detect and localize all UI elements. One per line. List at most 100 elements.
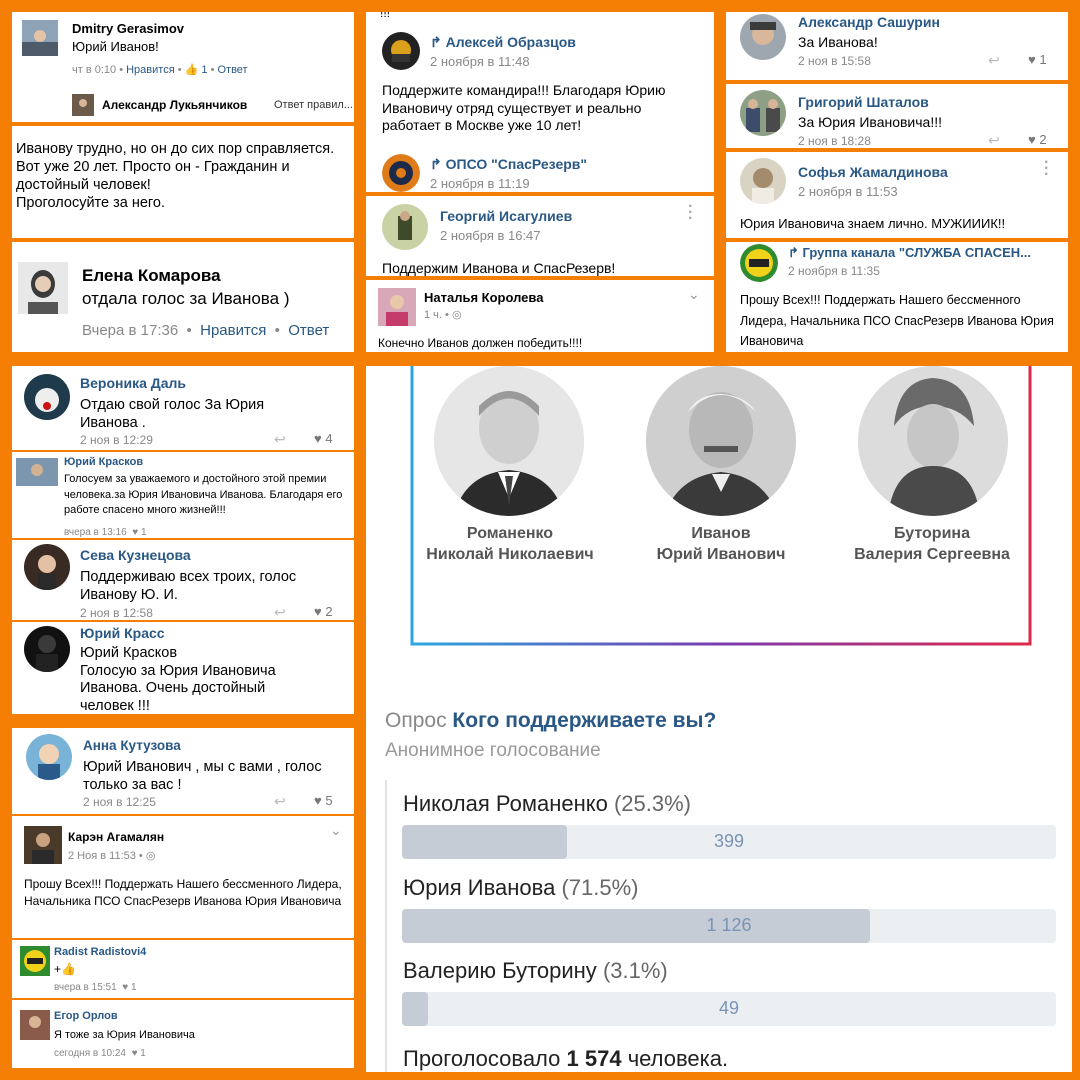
reply-icon[interactable]: ↩ (988, 52, 1000, 69)
avatar[interactable] (24, 374, 70, 420)
candidate-name-romanenko: Романенко Николай Николаевич (426, 525, 594, 563)
reply-icon[interactable]: ↩ (274, 793, 286, 810)
avatar[interactable] (740, 158, 786, 204)
poll-header: Опрос Кого поддерживаете вы? (385, 709, 716, 733)
avatar[interactable] (20, 946, 50, 976)
avatar[interactable] (72, 94, 94, 116)
reply-link[interactable]: Ответ (288, 322, 329, 339)
poll-question[interactable]: Кого поддерживаете вы? (452, 709, 716, 732)
avatar[interactable] (18, 262, 68, 314)
poll-option-count: 1 126 (706, 915, 752, 935)
share-icon: ↱ (430, 34, 446, 50)
heart-icon: ♥ (314, 431, 322, 446)
post-date: 2 ноября в 11:53 (798, 184, 898, 199)
comment-text: Юрий Красков Голосую за Юрия Ивановича И… (80, 645, 276, 714)
globe-icon: ◎ (451, 309, 462, 321)
comment-date: 2 ноя в 15:58 (798, 54, 871, 68)
author-name[interactable]: Вероника Даль (80, 375, 186, 391)
reply-icon[interactable]: ↩ (274, 431, 286, 448)
comment-time: чт в 0:10 (72, 64, 117, 76)
chevron-down-icon[interactable]: ⌄ (330, 822, 342, 839)
author-name[interactable]: Юрий Красков (64, 456, 143, 468)
avatar[interactable] (24, 544, 70, 590)
author-name[interactable]: Юрий Красс (80, 625, 165, 641)
author-name[interactable]: Георгий Исагулиев (440, 208, 572, 224)
author-name[interactable]: Dmitry Gerasimov (72, 21, 184, 36)
more-options-icon[interactable]: · · · (1044, 155, 1049, 183)
avatar[interactable] (24, 626, 70, 672)
reply-icon[interactable]: ↩ (274, 604, 286, 621)
comment-time: 2 Ноя в 11:53 • ◎ (68, 850, 156, 862)
avatar[interactable] (382, 32, 420, 70)
chevron-down-icon[interactable]: ⌄ (688, 286, 700, 303)
author-name[interactable]: Наталья Королева (424, 290, 543, 305)
author-name[interactable]: Егор Орлов (54, 1010, 118, 1022)
reply-author[interactable]: Александр Лукьянчиков (102, 98, 247, 112)
heart-icon[interactable]: ♥ (122, 982, 128, 993)
poll-total: Проголосовало 1 574 человека. (403, 1046, 729, 1071)
comment-tile-sashurin: Александр Сашурин За Иванова! 2 ноя в 15… (726, 12, 1068, 80)
avatar[interactable] (378, 288, 416, 326)
globe-icon: ◎ (145, 850, 156, 862)
comment-date: 2 ноя в 12:58 (80, 606, 153, 620)
like-count: 1 (201, 64, 208, 76)
reply-icon[interactable]: ↩ (988, 132, 1000, 148)
poll-option-count: 399 (713, 831, 745, 851)
author-name[interactable]: Анна Кутузова (83, 738, 181, 753)
poll-option-count: 49 (718, 998, 740, 1018)
poll-tile: Романенко Николай Николаевич Иванов Юрий И… (366, 366, 1072, 1072)
heart-icon: ♥ (1028, 52, 1036, 67)
author-name[interactable]: Елена Комарова (82, 266, 221, 286)
poll-option-label-0: Николая Романенко (25.3%) (403, 791, 692, 816)
reply-link[interactable]: Ответ (217, 64, 247, 76)
author-name[interactable]: Софья Жамалдинова (798, 164, 948, 180)
avatar[interactable] (16, 458, 58, 486)
repost-source[interactable]: ↱ Группа канала "СЛУЖБА СПАСЕН... (788, 245, 1031, 261)
avatar[interactable] (740, 90, 786, 136)
avatar[interactable] (740, 14, 786, 60)
avatar[interactable] (24, 826, 62, 864)
post-text: Поддержим Иванова и СпасРезерв! (382, 260, 616, 276)
comment-text: Юрий Иванов! (72, 39, 159, 54)
like-button[interactable]: ♥ 1 (1028, 52, 1047, 67)
author-name[interactable]: Radist Radistovi4 (54, 946, 146, 958)
like-button[interactable]: ♥ 4 (314, 431, 333, 446)
divider (12, 998, 354, 1000)
avatar[interactable] (22, 20, 58, 56)
candidate-name-butorina: Буторина Валерия Сергеевна (854, 525, 1010, 563)
author-name[interactable]: Александр Сашурин (798, 14, 940, 30)
author-name[interactable]: Карэн Агамалян (68, 830, 164, 844)
repost-author[interactable]: ↱ Алексей Образцов (430, 34, 576, 51)
author-name[interactable]: Сева Кузнецова (80, 547, 191, 563)
repost-source[interactable]: ↱ ОПСО "СпасРезерв" (430, 156, 587, 173)
heart-icon[interactable]: ♥ (132, 1048, 138, 1059)
post-tile-zhamaldinova: Софья Жамалдинова 2 ноября в 11:53 · · · Ю… (726, 152, 1068, 238)
comment-meta: вчера в 15:51 ♥ 1 (54, 982, 137, 993)
comment-date: 2 ноя в 12:25 (83, 795, 156, 809)
like-link[interactable]: Нравится (200, 322, 266, 339)
like-link[interactable]: Нравится (126, 64, 175, 76)
heart-icon[interactable]: ♥ (132, 527, 138, 538)
avatar[interactable] (740, 244, 778, 282)
poll-option-bar-1[interactable]: 1 126 (402, 909, 1056, 943)
avatar[interactable] (20, 1010, 50, 1040)
divider (12, 938, 354, 940)
more-options-icon[interactable]: · · · (688, 199, 693, 227)
thumbs-up-icon[interactable]: 👍 (185, 64, 199, 76)
like-button[interactable]: ♥ 5 (314, 793, 333, 808)
author-name[interactable]: Григорий Шаталов (798, 94, 929, 110)
poll-option-bar-2[interactable]: 49 (402, 992, 1056, 1026)
comment-meta: Вчера в 17:36 • Нравится • Ответ (82, 322, 330, 339)
poll-option-bar-0[interactable]: 399 (402, 825, 1056, 859)
avatar[interactable] (382, 204, 428, 250)
comment-text: +👍 (54, 962, 76, 976)
candidate-photo-romanenko (434, 366, 584, 516)
comment-text: Голосуем за уважаемого и достойного этой… (64, 473, 343, 517)
post-date: 2 ноября в 16:47 (440, 228, 541, 243)
like-button[interactable]: ♥ 2 (1028, 132, 1047, 147)
avatar[interactable] (382, 154, 420, 192)
post-text: Прошу Всех!!! Поддержать Нашего бессменн… (740, 293, 1054, 349)
avatar[interactable] (26, 734, 72, 780)
reply-preview: Ответ правил... (274, 99, 353, 111)
like-button[interactable]: ♥ 2 (314, 604, 333, 619)
